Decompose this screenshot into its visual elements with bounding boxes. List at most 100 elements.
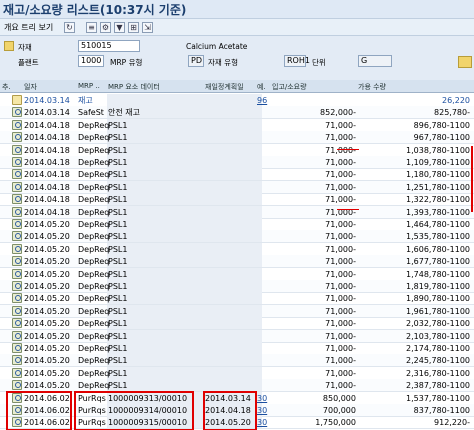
row-exception[interactable]: 30	[257, 405, 267, 416]
table-row[interactable]: 2014.05.20 DepReq PSL1 71,000- 2,316,780-110…	[0, 366, 474, 380]
detail-magnifier-icon[interactable]	[12, 256, 22, 267]
row-mrp-element-data: PSL1	[108, 244, 128, 254]
table-row[interactable]: 2014.04.18 DepReq PSL1 71,000- 896,780-1100	[0, 118, 474, 132]
detail-magnifier-icon[interactable]	[12, 206, 22, 217]
list-icon[interactable]: ≡	[86, 22, 97, 33]
table-row[interactable]: 2014.05.20 DepReq PSL1 71,000- 2,245,780-110…	[0, 354, 474, 368]
row-exception[interactable]: 30	[257, 393, 267, 404]
col-header-reschedule-date[interactable]: 재일정계획일	[205, 82, 244, 92]
export-icon[interactable]: ⇲	[142, 22, 153, 33]
table-row[interactable]: 2014.04.18 DepReq PSL1 71,000- 1,251,780-110…	[0, 180, 474, 194]
row-available-qty: 1,890,780-1100	[406, 294, 470, 304]
detail-magnifier-icon[interactable]	[12, 107, 22, 118]
detail-magnifier-icon[interactable]	[12, 132, 22, 143]
detail-magnifier-icon[interactable]	[12, 305, 22, 316]
columns-icon[interactable]: ⊞	[128, 22, 139, 33]
col-header-mark[interactable]: 추.	[2, 82, 11, 92]
row-available-qty: 1,535,780-1100	[406, 232, 470, 242]
detail-toggle-icon[interactable]	[458, 56, 472, 68]
row-mrp-element: DepReq	[78, 344, 110, 353]
detail-magnifier-icon[interactable]	[12, 268, 22, 279]
row-available-qty: 2,387,780-1100	[406, 381, 470, 391]
row-available-qty: 2,103,780-1100	[406, 331, 470, 341]
detail-magnifier-icon[interactable]	[12, 157, 22, 167]
table-row[interactable]: 2014.04.18 DepReq PSL1 71,000- 1,393,780-110…	[0, 205, 474, 219]
detail-magnifier-icon[interactable]	[12, 367, 22, 378]
mrp-data-background	[107, 118, 262, 131]
filter-icon[interactable]: ▼	[114, 22, 125, 33]
table-row[interactable]: 2014.05.20 DepReq PSL1 71,000- 1,677,780-110…	[0, 255, 474, 269]
detail-magnifier-icon[interactable]	[12, 219, 22, 229]
table-row[interactable]: 2014.04.18 DepReq PSL1 71,000- 1,109,780-110…	[0, 156, 474, 169]
overview-tree-button[interactable]: 개요 트리 보기	[4, 22, 53, 33]
table-row[interactable]: 2014.05.20 DepReq PSL1 71,000- 1,961,780-110…	[0, 304, 474, 318]
title-bar: 재고/소요량 리스트(10:37시 기준)	[0, 0, 474, 18]
row-date: 2014.05.20	[24, 306, 70, 316]
plant-field[interactable]: 1000	[78, 55, 104, 67]
detail-magnifier-icon[interactable]	[12, 293, 22, 304]
col-header-receipt-requirement[interactable]: 입고/소요량	[272, 82, 307, 92]
table-row[interactable]: 2014.05.20 DepReq PSL1 71,000- 2,032,780-110…	[0, 317, 474, 331]
row-mrp-element-data: PSL1	[108, 356, 128, 366]
table-row[interactable]: 2014.05.20 DepReq PSL1 71,000- 1,535,780-110…	[0, 230, 474, 244]
mrp-type-field[interactable]: PD	[188, 55, 204, 67]
table-row[interactable]: 2014.05.20 DepReq PSL1 71,000- 1,890,780-110…	[0, 292, 474, 306]
detail-magnifier-icon[interactable]	[12, 169, 22, 180]
table-row[interactable]: 2014.04.18 DepReq PSL1 71,000- 1,180,780-110…	[0, 168, 474, 182]
row-available-qty: 837,780-1100	[413, 406, 470, 415]
detail-magnifier-icon[interactable]	[12, 144, 22, 155]
table-row[interactable]: 2014.04.18 DepReq PSL1 71,000- 967,780-1100	[0, 131, 474, 145]
mrp-data-background	[107, 156, 262, 168]
table-row[interactable]: 2014.05.20 DepReq PSL1 71,000- 1,606,780-110…	[0, 242, 474, 256]
detail-magnifier-icon[interactable]	[12, 355, 22, 366]
table-row[interactable]: 2014.05.20 DepReq PSL1 71,000- 2,103,780-110…	[0, 329, 474, 343]
refresh-icon[interactable]: ↻	[64, 22, 75, 33]
row-available-qty: 896,780-1100	[413, 120, 470, 130]
table-row[interactable]: 2014.05.20 DepReq PSL1 71,000- 2,174,780-110…	[0, 342, 474, 355]
row-mrp-element: DepReq	[78, 269, 110, 279]
detail-magnifier-icon[interactable]	[12, 194, 22, 205]
row-date: 2014.04.18	[24, 158, 70, 167]
detail-magnifier-icon[interactable]	[12, 380, 22, 391]
row-available-qty: 1,251,780-1100	[406, 182, 470, 192]
table-row[interactable]: 2014.04.18 DepReq PSL1 71,000- 1,038,780-110…	[0, 143, 474, 157]
mrp-data-background	[107, 218, 262, 230]
row-date: 2014.04.18	[24, 182, 70, 192]
row-date: 2014.05.20	[24, 232, 70, 242]
row-mrp-element: DepReq	[78, 120, 110, 130]
unit-field[interactable]: G	[358, 55, 392, 67]
col-header-date[interactable]: 일자	[24, 82, 37, 92]
detail-magnifier-icon[interactable]	[12, 119, 22, 130]
row-exception[interactable]: 30	[257, 417, 267, 428]
mrp-data-background	[107, 267, 262, 280]
table-row[interactable]: 2014.03.14 재고 96 26,220	[0, 94, 474, 107]
settings-icon[interactable]: ⚙	[100, 22, 111, 33]
detail-magnifier-icon[interactable]	[12, 243, 22, 254]
highlight-line-right	[471, 146, 473, 212]
material-field[interactable]: 510015	[78, 40, 140, 52]
detail-magnifier-icon[interactable]	[12, 318, 22, 329]
detail-magnifier-icon[interactable]	[12, 181, 22, 192]
detail-magnifier-icon[interactable]	[12, 343, 22, 353]
table-row[interactable]: 2014.04.18 DepReq PSL1 71,000- 1,322,780-110…	[0, 193, 474, 207]
detail-magnifier-icon[interactable]	[12, 330, 22, 341]
stock-icon[interactable]	[12, 95, 22, 105]
table-row[interactable]: 2014.05.20 DepReq PSL1 71,000- 1,464,780-110…	[0, 218, 474, 231]
mrp-data-background	[107, 329, 262, 342]
col-header-exception[interactable]: 예.	[257, 82, 266, 92]
detail-magnifier-icon[interactable]	[12, 281, 22, 291]
stock-requirements-grid: 추. 일자 MRP .. MRP 요소 데이터 재일정계획일 예. 입고/소요량…	[0, 80, 474, 430]
material-type-field[interactable]: ROH1	[284, 55, 310, 67]
col-header-available-qty[interactable]: 가용 수량	[358, 82, 386, 92]
table-row[interactable]: 2014.03.14 SafeSt 안전 재고 852,000- 825,780-	[0, 106, 474, 120]
row-exception[interactable]: 96	[257, 95, 267, 106]
table-row[interactable]: 2014.05.20 DepReq PSL1 71,000- 1,819,780-110…	[0, 280, 474, 293]
row-available-qty: 2,032,780-1100	[406, 319, 470, 329]
header-panel: 자재 510015 Calcium Acetate 플랜트 1000 MRP 유…	[0, 36, 474, 80]
mrp-data-background	[107, 342, 262, 354]
row-mrp-element-data: PSL1	[108, 282, 128, 291]
detail-magnifier-icon[interactable]	[12, 231, 22, 242]
col-header-mrp-element-data[interactable]: MRP 요소 데이터	[108, 82, 160, 92]
col-header-mrp-element[interactable]: MRP ..	[78, 82, 100, 90]
table-row[interactable]: 2014.05.20 DepReq PSL1 71,000- 1,748,780-110…	[0, 267, 474, 281]
